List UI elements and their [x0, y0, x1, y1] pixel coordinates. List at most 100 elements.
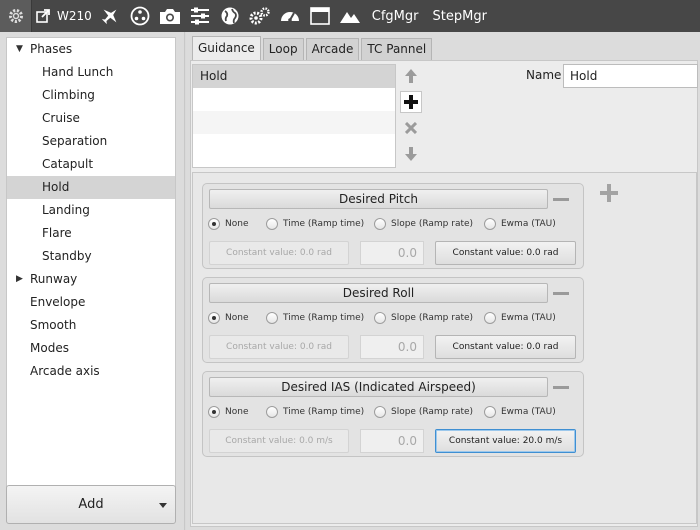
radio-label: Ewma (TAU) [501, 407, 556, 417]
radio-dot [374, 406, 386, 418]
tree-item-runway[interactable]: ▶ Runway [7, 268, 175, 291]
cfgmgr-button[interactable]: CfgMgr [365, 0, 426, 32]
radio-dot [374, 218, 386, 230]
tree-item-standby[interactable]: Standby [7, 245, 175, 268]
tab-guidance[interactable]: Guidance [192, 36, 261, 60]
radio-dot [484, 218, 496, 230]
remove-group-icon[interactable] [553, 386, 569, 389]
radio-label: Ewma (TAU) [501, 313, 556, 323]
gauge-icon[interactable] [275, 0, 305, 32]
radio-time[interactable]: Time (Ramp time) [266, 218, 364, 230]
add-item-icon[interactable] [400, 91, 422, 113]
tab-tc-pannel[interactable]: TC Pannel [361, 38, 433, 60]
tab-loop[interactable]: Loop [262, 38, 304, 60]
guidance-config-area: Desired Pitch None Time (Ramp time) Slop… [192, 172, 697, 524]
tree-item-landing[interactable]: Landing [7, 199, 175, 222]
radio-slope[interactable]: Slope (Ramp rate) [374, 218, 473, 230]
radio-dot [208, 312, 220, 324]
external-link-icon[interactable] [32, 0, 54, 32]
camera-icon[interactable] [155, 0, 185, 32]
window-icon[interactable] [305, 0, 335, 32]
radio-ewma[interactable]: Ewma (TAU) [484, 312, 556, 324]
tree-item-label: Hand Lunch [42, 65, 114, 79]
tree-item-label: Standby [42, 249, 92, 263]
gears-icon[interactable] [245, 0, 275, 32]
tree-item-cruise[interactable]: Cruise [7, 107, 175, 130]
group-title-button[interactable]: Desired IAS (Indicated Airspeed) [209, 377, 548, 397]
move-up-icon[interactable] [400, 65, 422, 87]
constant-value-button[interactable]: Constant value: 0.0 rad [435, 335, 576, 359]
mountains-icon[interactable] [335, 0, 365, 32]
constant-value-disabled: Constant value: 0.0 rad [209, 241, 349, 265]
radio-none[interactable]: None [208, 218, 248, 230]
radio-slope[interactable]: Slope (Ramp rate) [374, 312, 473, 324]
aircraft-name[interactable]: W210 [54, 0, 95, 32]
radio-dot [484, 312, 496, 324]
stepmgr-button[interactable]: StepMgr [426, 0, 494, 32]
tree-item-hold[interactable]: Hold [7, 176, 175, 199]
airplane-icon[interactable] [95, 0, 125, 32]
tree-item-phases[interactable]: ▼ Phases [7, 38, 175, 61]
tree-item-hand-lunch[interactable]: Hand Lunch [7, 61, 175, 84]
radio-none[interactable]: None [208, 406, 248, 418]
expand-arrow-right-icon[interactable]: ▶ [16, 268, 23, 291]
radio-dot [266, 218, 278, 230]
radio-label: Slope (Ramp rate) [391, 407, 474, 417]
add-button[interactable]: Add [6, 485, 176, 524]
dropdown-caret-icon[interactable] [159, 503, 167, 508]
radio-time[interactable]: Time (Ramp time) [266, 406, 364, 418]
name-field[interactable] [563, 64, 698, 88]
value-field: 0.0 [360, 335, 424, 359]
name-label: Name [526, 68, 562, 82]
tree-item-smooth[interactable]: Smooth [7, 314, 175, 337]
tree-item-label: Modes [30, 341, 69, 355]
radio-label: None [225, 219, 249, 229]
right-panel: Guidance Loop Arcade TC Pannel Hold Name… [186, 32, 700, 530]
tree-item-arcade-axis[interactable]: Arcade axis [7, 360, 175, 383]
tree-item-label: Hold [42, 180, 70, 194]
list-controls [400, 65, 422, 169]
sliders-icon[interactable] [185, 0, 215, 32]
add-group-icon[interactable] [599, 183, 619, 203]
constant-value-button[interactable]: Constant value: 20.0 m/s [435, 429, 576, 453]
list-item-empty [193, 111, 395, 134]
constant-value-button[interactable]: Constant value: 0.0 rad [435, 241, 576, 265]
delete-item-icon[interactable] [400, 117, 422, 139]
tree-item-label: Catapult [42, 157, 94, 171]
list-item[interactable]: Hold [193, 65, 395, 88]
value-field: 0.0 [360, 241, 424, 265]
phase-list[interactable]: Hold [192, 64, 396, 168]
group-title-button[interactable]: Desired Pitch [209, 189, 548, 209]
tree-item-separation[interactable]: Separation [7, 130, 175, 153]
radioactive-icon[interactable] [125, 0, 155, 32]
add-button-label: Add [78, 497, 104, 512]
radio-label: Time (Ramp time) [283, 219, 365, 229]
tree-item-label: Flare [42, 226, 72, 240]
group-desired-pitch: Desired Pitch None Time (Ramp time) Slop… [202, 183, 584, 269]
expand-arrow-down-icon[interactable]: ▼ [16, 38, 23, 61]
radio-none[interactable]: None [208, 312, 248, 324]
radio-ewma[interactable]: Ewma (TAU) [484, 218, 556, 230]
tree-item-modes[interactable]: Modes [7, 337, 175, 360]
tree-item-climbing[interactable]: Climbing [7, 84, 175, 107]
group-title-button[interactable]: Desired Roll [209, 283, 548, 303]
tab-arcade[interactable]: Arcade [305, 38, 360, 60]
settings-gear-icon[interactable] [0, 0, 32, 32]
tree-item-catapult[interactable]: Catapult [7, 153, 175, 176]
globe-icon[interactable] [215, 0, 245, 32]
tree-item-flare[interactable]: Flare [7, 222, 175, 245]
group-desired-ias: Desired IAS (Indicated Airspeed) None Ti… [202, 371, 584, 457]
radio-ewma[interactable]: Ewma (TAU) [484, 406, 556, 418]
radio-label: Time (Ramp time) [283, 313, 365, 323]
remove-group-icon[interactable] [553, 198, 569, 201]
radio-dot [266, 406, 278, 418]
radio-label: Slope (Ramp rate) [391, 219, 474, 229]
phase-tree[interactable]: ▼ Phases Hand Lunch Climbing Cruise Sepa… [6, 37, 176, 509]
tree-item-label: Runway [30, 272, 78, 286]
filter-options: None Time (Ramp time) Slope (Ramp rate) … [208, 312, 578, 328]
remove-group-icon[interactable] [553, 292, 569, 295]
tree-item-envelope[interactable]: Envelope [7, 291, 175, 314]
move-down-icon[interactable] [400, 143, 422, 165]
radio-time[interactable]: Time (Ramp time) [266, 312, 364, 324]
radio-slope[interactable]: Slope (Ramp rate) [374, 406, 473, 418]
